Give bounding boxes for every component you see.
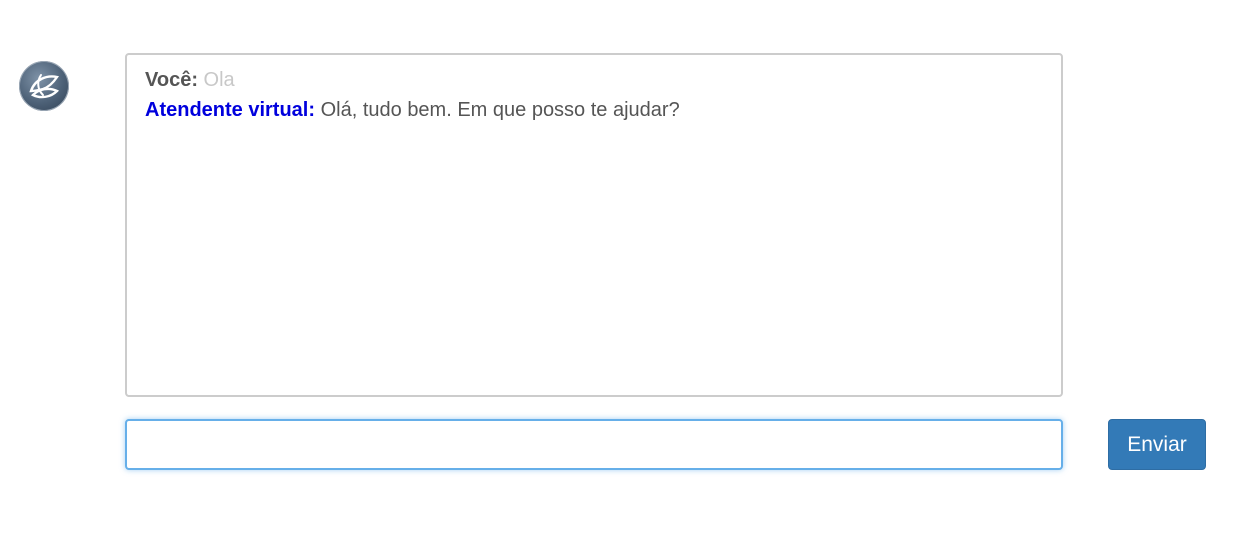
chat-message-bot: Atendente virtual: Olá, tudo bem. Em que… (145, 98, 680, 122)
chat-message-user: Você: Ola (145, 68, 235, 92)
message-input[interactable] (125, 419, 1063, 470)
chat-page: Você: Ola Atendente virtual: Olá, tudo b… (0, 0, 1248, 556)
message-speaker: Você: (145, 69, 198, 91)
message-text: Olá, tudo bem. Em que posso te ajudar? (320, 99, 680, 121)
bot-avatar (19, 61, 69, 111)
message-text: Ola (203, 69, 235, 91)
leaf-logo-icon (29, 74, 60, 99)
send-button[interactable]: Enviar (1108, 419, 1206, 470)
message-speaker: Atendente virtual: (145, 99, 316, 121)
chat-log[interactable]: Você: Ola Atendente virtual: Olá, tudo b… (125, 53, 1063, 397)
